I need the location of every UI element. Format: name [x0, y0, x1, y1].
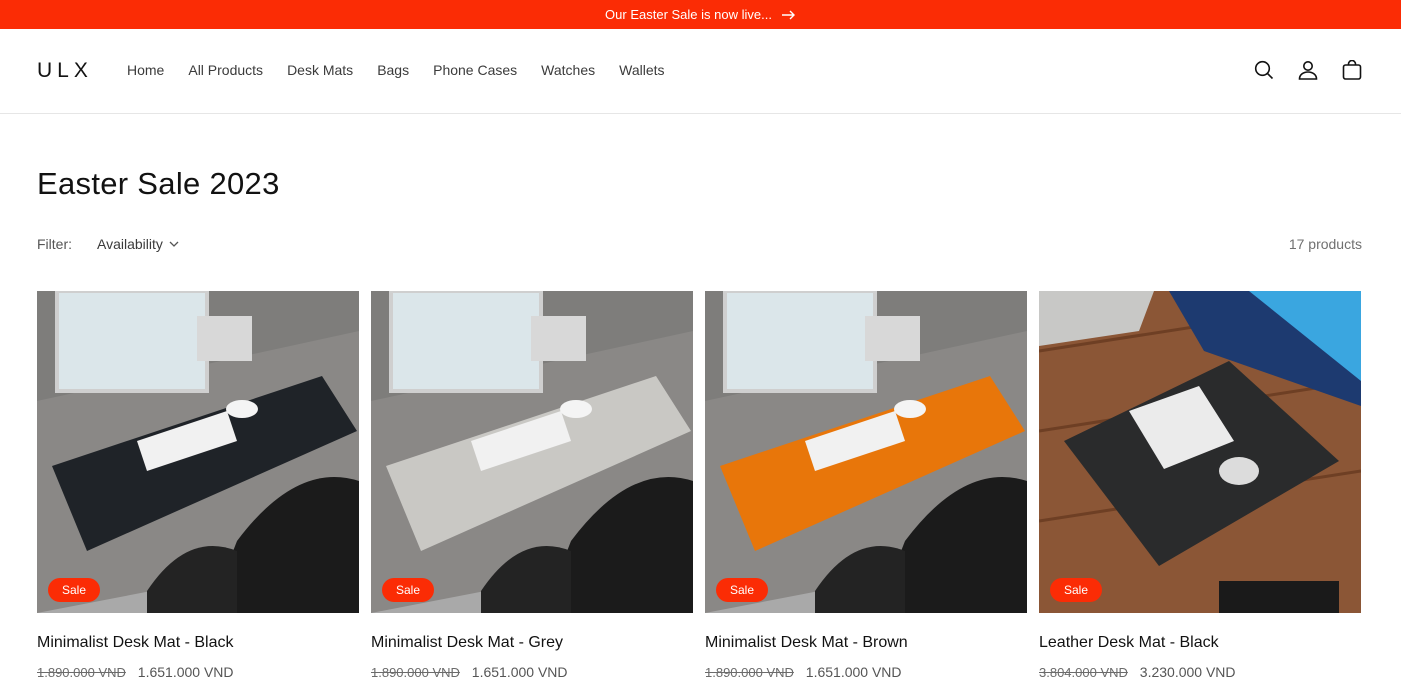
nav-wallets[interactable]: Wallets [619, 62, 664, 78]
nav-bags[interactable]: Bags [377, 62, 409, 78]
availability-filter-label: Availability [97, 236, 163, 252]
product-card[interactable]: Sale Minimalist Desk Mat - Brown 1.890.0… [705, 291, 1027, 680]
product-price: 1.890.000 VND 1.651.000 VND [371, 664, 568, 680]
product-image[interactable]: Sale [705, 291, 1027, 613]
nav-all-products[interactable]: All Products [188, 62, 263, 78]
product-card[interactable]: Sale Minimalist Desk Mat - Black 1.890.0… [37, 291, 359, 680]
product-card[interactable]: Sale Leather Desk Mat - Black 3.804.000 … [1039, 291, 1361, 680]
product-name[interactable]: Minimalist Desk Mat - Grey [371, 634, 563, 652]
price-original: 1.890.000 VND [37, 665, 126, 680]
product-name[interactable]: Minimalist Desk Mat - Brown [705, 634, 908, 652]
price-sale: 1.651.000 VND [805, 664, 902, 680]
filter-label: Filter: [37, 236, 72, 252]
announcement-bar[interactable]: Our Easter Sale is now live... [0, 0, 1401, 29]
product-price: 3.804.000 VND 3.230.000 VND [1039, 664, 1236, 680]
product-image[interactable]: Sale [37, 291, 359, 613]
product-name[interactable]: Leather Desk Mat - Black [1039, 634, 1219, 652]
search-icon[interactable] [1253, 58, 1275, 82]
page-title: Easter Sale 2023 [37, 166, 280, 201]
price-original: 1.890.000 VND [705, 665, 794, 680]
arrow-right-icon [781, 10, 796, 20]
product-grid: Sale Minimalist Desk Mat - Black 1.890.0… [37, 291, 1362, 692]
price-sale: 1.651.000 VND [471, 664, 568, 680]
product-name[interactable]: Minimalist Desk Mat - Black [37, 634, 233, 652]
price-original: 3.804.000 VND [1039, 665, 1128, 680]
sale-badge: Sale [716, 578, 768, 602]
account-icon[interactable] [1297, 58, 1319, 82]
filter-row: Filter: Availability 17 products [37, 236, 1362, 254]
main-nav: Home All Products Desk Mats Bags Phone C… [127, 62, 689, 78]
announcement-text: Our Easter Sale is now live... [605, 7, 772, 22]
product-price: 1.890.000 VND 1.651.000 VND [37, 664, 234, 680]
availability-filter[interactable]: Availability [97, 236, 179, 252]
price-original: 1.890.000 VND [371, 665, 460, 680]
price-sale: 3.230.000 VND [1139, 664, 1236, 680]
product-price: 1.890.000 VND 1.651.000 VND [705, 664, 902, 680]
sale-badge: Sale [48, 578, 100, 602]
cart-icon[interactable] [1341, 58, 1363, 82]
sale-badge: Sale [1050, 578, 1102, 602]
price-sale: 1.651.000 VND [137, 664, 234, 680]
product-count: 17 products [1288, 236, 1362, 252]
nav-phone-cases[interactable]: Phone Cases [433, 62, 517, 78]
chevron-down-icon [169, 241, 179, 247]
nav-desk-mats[interactable]: Desk Mats [287, 62, 353, 78]
sale-badge: Sale [382, 578, 434, 602]
product-image[interactable]: Sale [371, 291, 693, 613]
header-icons [1253, 58, 1363, 82]
product-image[interactable]: Sale [1039, 291, 1361, 613]
site-header: ULX Home All Products Desk Mats Bags Pho… [0, 29, 1401, 114]
product-card[interactable]: Sale Minimalist Desk Mat - Grey 1.890.00… [371, 291, 693, 680]
nav-watches[interactable]: Watches [541, 62, 595, 78]
logo[interactable]: ULX [37, 59, 93, 83]
nav-home[interactable]: Home [127, 62, 164, 78]
